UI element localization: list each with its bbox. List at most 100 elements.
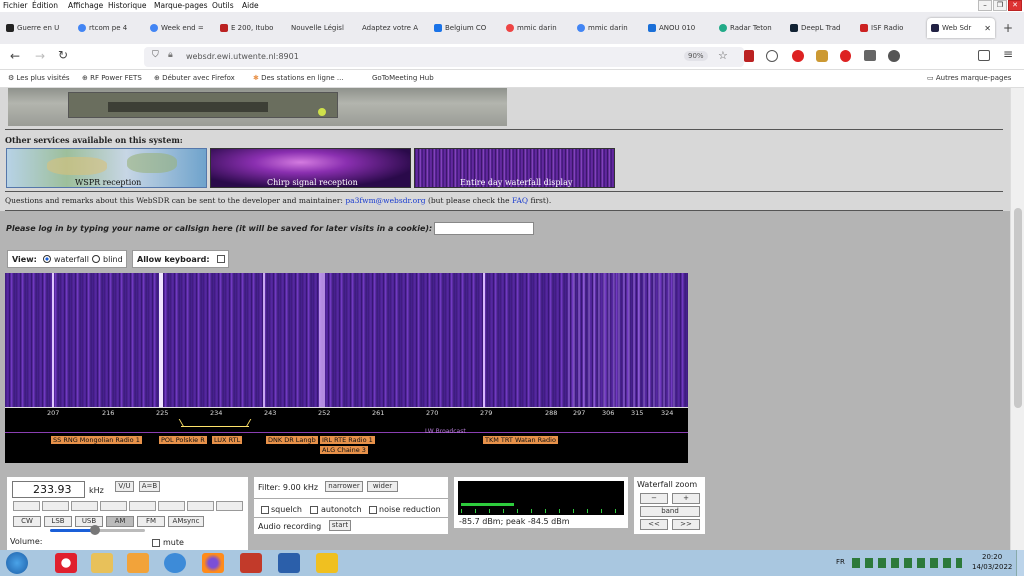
menu-marque-pages[interactable]: Marque-pages	[154, 1, 208, 10]
tab-0[interactable]: Guerre en U	[6, 18, 72, 38]
wider-button[interactable]: wider	[367, 481, 398, 492]
bookmark-debuter-firefox[interactable]: ⊕ Débuter avec Firefox	[154, 74, 235, 82]
back-icon[interactable]: ←	[10, 49, 20, 63]
tab-2[interactable]: Week end =	[150, 18, 216, 38]
blind-radio[interactable]	[92, 255, 100, 263]
menu-outils[interactable]: Outils	[212, 1, 234, 10]
pan-left-button[interactable]: <<	[640, 519, 668, 530]
vu-button[interactable]: V/U	[115, 481, 134, 492]
opera-icon[interactable]	[840, 50, 851, 62]
minimize-button[interactable]: –	[978, 0, 992, 11]
tab-8[interactable]: mmic darin	[577, 18, 643, 38]
faq-link[interactable]: FAQ	[512, 196, 528, 205]
start-recording-button[interactable]: start	[329, 520, 351, 531]
bookmark-stations[interactable]: ✱ Des stations en ligne ...	[253, 74, 344, 82]
close-window-button[interactable]: ✕	[1008, 0, 1022, 11]
clock-time[interactable]: 20:20	[982, 553, 1002, 561]
mode-cw-button[interactable]: CW	[13, 516, 41, 527]
tab-12[interactable]: ISF Radio	[860, 18, 926, 38]
start-button[interactable]	[6, 552, 28, 574]
app-taskbar-icon[interactable]	[240, 553, 262, 573]
step-button[interactable]	[100, 501, 127, 511]
clock-date[interactable]: 14/03/2022	[972, 563, 1012, 571]
mute-checkbox[interactable]	[152, 539, 160, 547]
settings-icon[interactable]	[888, 50, 900, 62]
adblock-icon[interactable]	[792, 50, 804, 62]
ab-button[interactable]: A=B	[139, 481, 160, 492]
station-label[interactable]: IRL RTE Radio 1	[320, 436, 375, 444]
chirp-thumbnail[interactable]: Chirp signal reception	[210, 148, 411, 188]
page-scrollbar[interactable]	[1010, 88, 1024, 550]
close-tab-icon[interactable]: ✕	[984, 24, 991, 33]
frequency-input[interactable]: 233.93	[12, 481, 85, 498]
email-link[interactable]: pa3fwm@websdr.org	[345, 196, 425, 205]
waterfall-radio[interactable]	[43, 255, 51, 263]
step-button[interactable]	[187, 501, 214, 511]
waterfall-display[interactable]	[5, 273, 688, 407]
show-desktop-button[interactable]	[1016, 550, 1024, 576]
word-taskbar-icon[interactable]	[278, 553, 300, 573]
squelch-checkbox[interactable]	[261, 506, 269, 514]
pocket-icon[interactable]	[978, 50, 990, 61]
shield-icon[interactable]: ⛉	[152, 50, 159, 60]
url-bar[interactable]: ⛉ 🔒︎ websdr.ewi.utwente.nl:8901 90% ☆	[144, 47, 744, 67]
url-text[interactable]: websdr.ewi.utwente.nl:8901	[186, 52, 299, 61]
ublock-icon[interactable]	[744, 50, 754, 62]
app-taskbar-icon[interactable]	[316, 553, 338, 573]
narrower-button[interactable]: narrower	[325, 481, 363, 492]
zoom-in-button[interactable]: +	[672, 493, 700, 504]
allow-keyboard-checkbox[interactable]	[217, 255, 225, 263]
maximize-button[interactable]: ❐	[993, 0, 1007, 11]
frequency-scale[interactable]: 207 216 225 234 243 252 261 270 279 288 …	[5, 407, 688, 463]
lock-icon[interactable]: 🔒︎	[168, 50, 173, 60]
tab-10[interactable]: Radar Teton	[719, 18, 785, 38]
tab-13-active[interactable]: Web Sdr ✕	[927, 18, 995, 38]
station-label[interactable]: TKM TRT Watan Radio	[483, 436, 558, 444]
menu-aide[interactable]: Aide	[242, 1, 259, 10]
mode-fm-button[interactable]: FM	[137, 516, 165, 527]
tab-5[interactable]: Adaptez votre A	[362, 18, 428, 38]
mode-am-button[interactable]: AM	[106, 516, 134, 527]
bookmark-gotomeeting[interactable]: GoToMeeting Hub	[372, 74, 434, 82]
bookmark-most-visited[interactable]: ⚙ Les plus visités	[8, 74, 70, 82]
tab-4[interactable]: Nouvelle Législ	[291, 18, 357, 38]
hamburger-menu-icon[interactable]: ≡	[1003, 47, 1013, 61]
pan-right-button[interactable]: >>	[672, 519, 700, 530]
menu-historique[interactable]: Historique	[108, 1, 146, 10]
extension-icon[interactable]	[816, 50, 828, 62]
bookmark-rf-power-fets[interactable]: ⊕ RF Power FETS	[82, 74, 142, 82]
mode-usb-button[interactable]: USB	[75, 516, 103, 527]
mode-lsb-button[interactable]: LSB	[44, 516, 72, 527]
firefox-taskbar-icon[interactable]	[202, 553, 224, 573]
passband-marker[interactable]	[181, 419, 249, 427]
band-button[interactable]: band	[640, 506, 700, 517]
station-label[interactable]: ALG Chaine 3	[320, 446, 368, 454]
tab-11[interactable]: DeepL Trad	[790, 18, 856, 38]
clock-icon[interactable]	[766, 50, 778, 62]
menu-affichage[interactable]: Affichage	[68, 1, 103, 10]
station-label[interactable]: SS RNG Mongolian Radio 1	[51, 436, 142, 444]
tab-3[interactable]: E 200, Itubo	[220, 18, 286, 38]
mode-amsync-button[interactable]: AMsync	[168, 516, 204, 527]
scrollbar-thumb[interactable]	[1014, 208, 1022, 408]
callsign-input[interactable]	[434, 222, 534, 235]
tab-7[interactable]: mmic darin	[506, 18, 572, 38]
bookmark-star-icon[interactable]: ☆	[718, 49, 728, 62]
opera-taskbar-icon[interactable]	[55, 553, 77, 573]
print-icon[interactable]	[864, 50, 876, 61]
bookmark-other[interactable]: ▭ Autres marque-pages	[927, 74, 1011, 82]
step-button[interactable]	[216, 501, 243, 511]
explorer-taskbar-icon[interactable]	[91, 553, 113, 573]
app-taskbar-icon[interactable]	[164, 553, 186, 573]
tab-9[interactable]: ANOU 010	[648, 18, 714, 38]
noise-reduction-checkbox[interactable]	[369, 506, 377, 514]
step-button[interactable]	[129, 501, 156, 511]
day-waterfall-thumbnail[interactable]: Entire day waterfall display	[414, 148, 615, 188]
station-label[interactable]: POL Polskie R	[159, 436, 207, 444]
autonotch-checkbox[interactable]	[310, 506, 318, 514]
station-label[interactable]: DNK DR Langb	[266, 436, 318, 444]
step-button[interactable]	[71, 501, 98, 511]
zoom-out-button[interactable]: −	[640, 493, 668, 504]
station-label[interactable]: LUX RTL	[212, 436, 243, 444]
reload-icon[interactable]: ↻	[58, 48, 68, 62]
